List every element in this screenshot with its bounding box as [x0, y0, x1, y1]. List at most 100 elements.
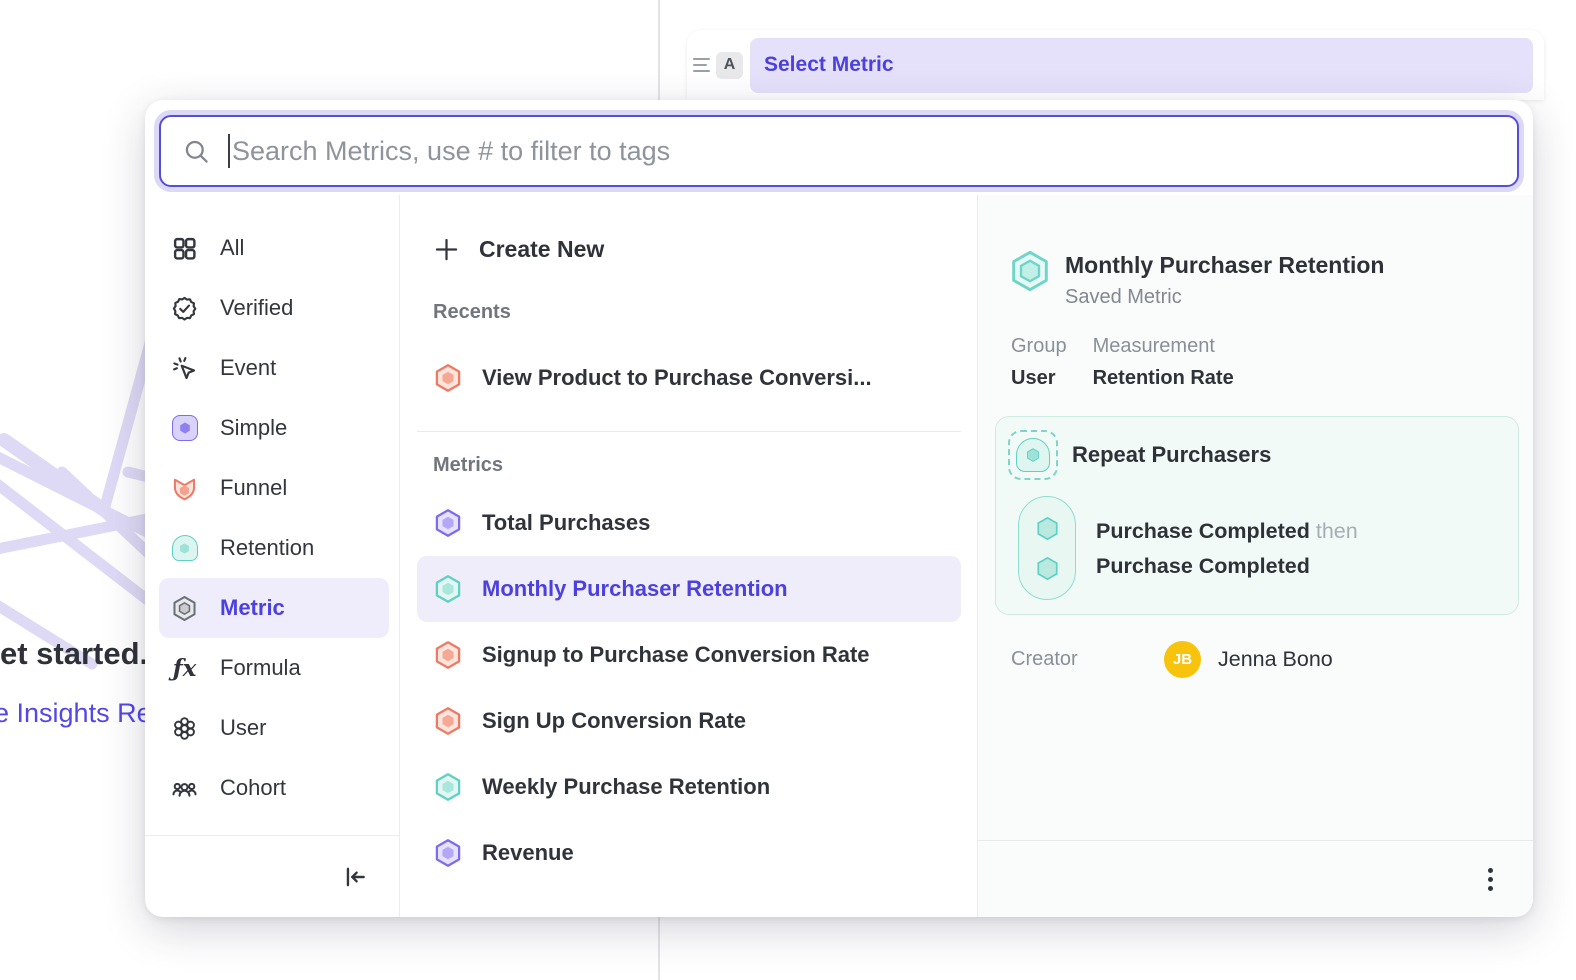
property-value: User	[1011, 367, 1067, 390]
metric-list-column: Create New Recents View Product to Purch…	[400, 195, 978, 917]
sidebar-item-event[interactable]: Event	[145, 338, 399, 398]
metric-picker-modal: All Verified	[145, 100, 1533, 917]
property-measurement: Measurement Retention Rate	[1093, 335, 1234, 390]
metric-row-label: Sign Up Conversion Rate	[482, 708, 746, 734]
sidebar-item-label: Verified	[220, 295, 293, 321]
detail-subtitle: Saved Metric	[1065, 286, 1384, 309]
sidebar-item-formula[interactable]: ƒx Formula	[145, 638, 399, 698]
definition-name: Repeat Purchasers	[1072, 442, 1271, 468]
sidebar-item-label: Funnel	[220, 475, 287, 501]
sidebar-item-simple[interactable]: Simple	[145, 398, 399, 458]
metric-hexagon-icon	[171, 595, 198, 622]
kebab-menu-icon[interactable]	[1482, 862, 1499, 897]
cohort-icon	[171, 775, 198, 802]
search-box	[159, 115, 1519, 187]
cursor-click-icon	[171, 355, 198, 382]
metric-row-total-purchases[interactable]: Total Purchases	[417, 490, 961, 556]
metric-row-sign-up-conversion-rate[interactable]: Sign Up Conversion Rate	[417, 688, 961, 754]
metric-row-label: Monthly Purchaser Retention	[482, 576, 788, 602]
metric-row-label: Weekly Purchase Retention	[482, 774, 770, 800]
sidebar-footer	[145, 835, 399, 917]
creator-name: Jenna Bono	[1218, 647, 1333, 672]
row-letter-badge[interactable]: A	[716, 52, 743, 79]
step-event-name: Purchase Completed	[1096, 519, 1310, 543]
metric-hexagon-icon	[433, 706, 463, 736]
metric-detail-panel: Monthly Purchaser Retention Saved Metric…	[978, 195, 1533, 917]
sidebar-item-label: All	[220, 235, 244, 261]
definition-step: Purchase Completed then	[1096, 518, 1358, 544]
retention-steps-capsule	[1018, 496, 1076, 600]
sidebar-item-user[interactable]: User	[145, 698, 399, 758]
recent-metric-label: View Product to Purchase Conversi...	[482, 365, 872, 391]
list-divider	[417, 431, 961, 432]
collapse-left-icon	[342, 864, 368, 890]
definition-step: Purchase Completed	[1096, 553, 1358, 579]
search-area	[145, 100, 1533, 195]
metric-hexagon-icon	[433, 508, 463, 538]
sidebar-item-label: Retention	[220, 535, 314, 561]
sidebar-item-verified[interactable]: Verified	[145, 278, 399, 338]
formula-icon: ƒx	[171, 655, 198, 682]
sidebar-item-label: Simple	[220, 415, 287, 441]
step-suffix: then	[1316, 519, 1358, 543]
create-new-button[interactable]: Create New	[417, 219, 961, 279]
sidebar-item-label: Cohort	[220, 775, 286, 801]
text-caret	[228, 134, 230, 168]
sidebar-item-all[interactable]: All	[145, 218, 399, 278]
retention-icon	[171, 535, 198, 562]
creator-label: Creator	[1011, 648, 1164, 671]
metric-row-weekly-purchase-retention[interactable]: Weekly Purchase Retention	[417, 754, 961, 820]
detail-header: Monthly Purchaser Retention Saved Metric	[995, 249, 1519, 309]
user-cluster-icon	[171, 715, 198, 742]
background-link-fragment[interactable]: e Insights Re	[0, 698, 152, 729]
filter-sidebar: All Verified	[145, 195, 400, 917]
property-label: Group	[1011, 335, 1067, 358]
verified-badge-icon	[171, 295, 198, 322]
metric-row-monthly-purchaser-retention[interactable]: Monthly Purchaser Retention	[417, 556, 961, 622]
query-builder-row: A Select Metric	[687, 30, 1544, 100]
metric-row-label: Signup to Purchase Conversion Rate	[482, 642, 870, 668]
detail-title: Monthly Purchaser Retention	[1065, 251, 1384, 279]
recent-metric-row[interactable]: View Product to Purchase Conversi...	[417, 345, 961, 411]
simple-metric-icon	[171, 415, 198, 442]
step-hexagon-icon	[1034, 515, 1061, 542]
funnel-icon	[171, 475, 198, 502]
metric-hexagon-icon	[433, 363, 463, 393]
plus-icon	[433, 236, 460, 263]
sidebar-item-label: Event	[220, 355, 276, 381]
property-label: Measurement	[1093, 335, 1234, 358]
step-hexagon-icon	[1034, 555, 1061, 582]
metric-row-label: Total Purchases	[482, 510, 650, 536]
select-metric-button[interactable]: Select Metric	[750, 38, 1533, 93]
metric-hexagon-icon	[433, 838, 463, 868]
retention-definition-icon	[1008, 430, 1058, 480]
detail-footer	[978, 840, 1533, 917]
sidebar-item-retention[interactable]: Retention	[145, 518, 399, 578]
recents-heading: Recents	[433, 301, 961, 325]
background-headline-fragment: et started.	[0, 636, 148, 672]
detail-properties: Group User Measurement Retention Rate	[1011, 335, 1519, 390]
metric-hexagon-icon	[433, 772, 463, 802]
step-event-name: Purchase Completed	[1096, 554, 1310, 578]
metric-row-revenue[interactable]: Revenue	[417, 820, 961, 886]
metric-row-signup-to-purchase-conversion-rate[interactable]: Signup to Purchase Conversion Rate	[417, 622, 961, 688]
sidebar-item-metric[interactable]: Metric	[159, 578, 389, 638]
metric-hexagon-icon	[433, 640, 463, 670]
property-group: Group User	[1011, 335, 1067, 390]
search-input[interactable]	[232, 136, 1515, 167]
creator-avatar: JB	[1164, 641, 1201, 678]
drag-handle-icon[interactable]	[693, 58, 710, 72]
sidebar-item-funnel[interactable]: Funnel	[145, 458, 399, 518]
metric-row-label: Revenue	[482, 840, 574, 866]
saved-metric-hexagon-icon	[1008, 249, 1052, 293]
property-value: Retention Rate	[1093, 367, 1234, 390]
metrics-heading: Metrics	[433, 454, 961, 478]
collapse-sidebar-button[interactable]	[338, 860, 372, 894]
sidebar-item-label: User	[220, 715, 266, 741]
creator-row: Creator JB Jenna Bono	[1011, 641, 1519, 678]
sidebar-item-label: Metric	[220, 595, 285, 621]
sidebar-item-cohort[interactable]: Cohort	[145, 758, 399, 818]
create-new-label: Create New	[479, 236, 604, 263]
metric-definition-card: Repeat Purchasers Purchase Completed the…	[995, 416, 1519, 615]
grid-icon	[171, 235, 198, 262]
